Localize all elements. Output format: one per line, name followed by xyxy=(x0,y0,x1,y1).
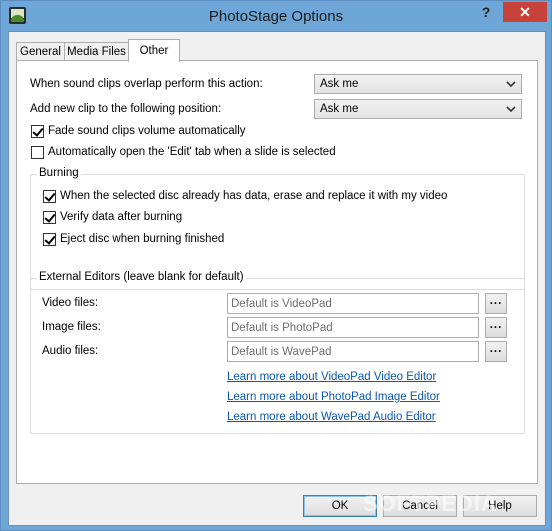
video-browse-button[interactable]: ... xyxy=(485,293,507,314)
image-browse-button[interactable]: ... xyxy=(485,317,507,338)
auto-edit-tab-label: Automatically open the 'Edit' tab when a… xyxy=(48,146,336,158)
erase-disc-checkbox[interactable] xyxy=(43,190,56,203)
wavepad-link[interactable]: Learn more about WavePad Audio Editor xyxy=(227,411,436,423)
photopad-link[interactable]: Learn more about PhotoPad Image Editor xyxy=(227,391,440,403)
cancel-button[interactable]: Cancel xyxy=(383,495,457,517)
tab-other[interactable]: Other xyxy=(128,39,180,62)
overlap-label: When sound clips overlap perform this ac… xyxy=(30,78,263,90)
eject-disc-checkbox[interactable] xyxy=(43,233,56,246)
ok-button[interactable]: OK xyxy=(303,495,377,517)
overlap-action-value: Ask me xyxy=(320,78,359,90)
chevron-down-icon xyxy=(506,106,516,113)
videopad-link[interactable]: Learn more about VideoPad Video Editor xyxy=(227,371,436,383)
clip-position-value: Ask me xyxy=(320,103,359,115)
other-tab-panel: When sound clips overlap perform this ac… xyxy=(16,60,538,484)
fade-volume-label: Fade sound clips volume automatically xyxy=(48,125,246,137)
position-label: Add new clip to the following position: xyxy=(30,103,222,115)
auto-edit-tab-checkbox[interactable] xyxy=(31,146,44,159)
burning-group-title: Burning xyxy=(37,167,81,179)
audio-browse-button[interactable]: ... xyxy=(485,341,507,362)
image-editor-input[interactable] xyxy=(231,319,471,336)
help-button[interactable]: Help xyxy=(463,495,537,517)
eject-disc-label: Eject disc when burning finished xyxy=(60,233,225,245)
video-files-label: Video files: xyxy=(42,297,99,309)
dialog-client: General Media Files Other When sound cli… xyxy=(8,31,546,526)
erase-disc-label: When the selected disc already has data,… xyxy=(60,190,448,202)
help-title-button[interactable]: ? xyxy=(473,2,499,23)
verify-data-checkbox[interactable] xyxy=(43,211,56,224)
close-button[interactable]: ✕ xyxy=(503,2,547,22)
options-dialog: PhotoStage Options ? ✕ General Media Fil… xyxy=(0,0,552,531)
audio-editor-input[interactable] xyxy=(231,343,471,360)
audio-editor-field[interactable] xyxy=(227,341,479,362)
chevron-down-icon xyxy=(506,81,516,88)
fade-volume-checkbox[interactable] xyxy=(31,125,44,138)
image-files-label: Image files: xyxy=(42,321,101,333)
video-editor-field[interactable] xyxy=(227,293,479,314)
external-editors-group-title: External Editors (leave blank for defaul… xyxy=(37,271,246,283)
title-bar[interactable]: PhotoStage Options ? ✕ xyxy=(1,1,551,31)
clip-position-select[interactable]: Ask me xyxy=(314,99,522,119)
window-title: PhotoStage Options xyxy=(208,8,344,25)
video-editor-input[interactable] xyxy=(231,295,471,312)
verify-data-label: Verify data after burning xyxy=(60,211,183,223)
image-editor-field[interactable] xyxy=(227,317,479,338)
audio-files-label: Audio files: xyxy=(42,345,99,357)
tab-general[interactable]: General xyxy=(16,42,65,61)
tab-media-files[interactable]: Media Files xyxy=(64,42,129,61)
overlap-action-select[interactable]: Ask me xyxy=(314,74,522,94)
